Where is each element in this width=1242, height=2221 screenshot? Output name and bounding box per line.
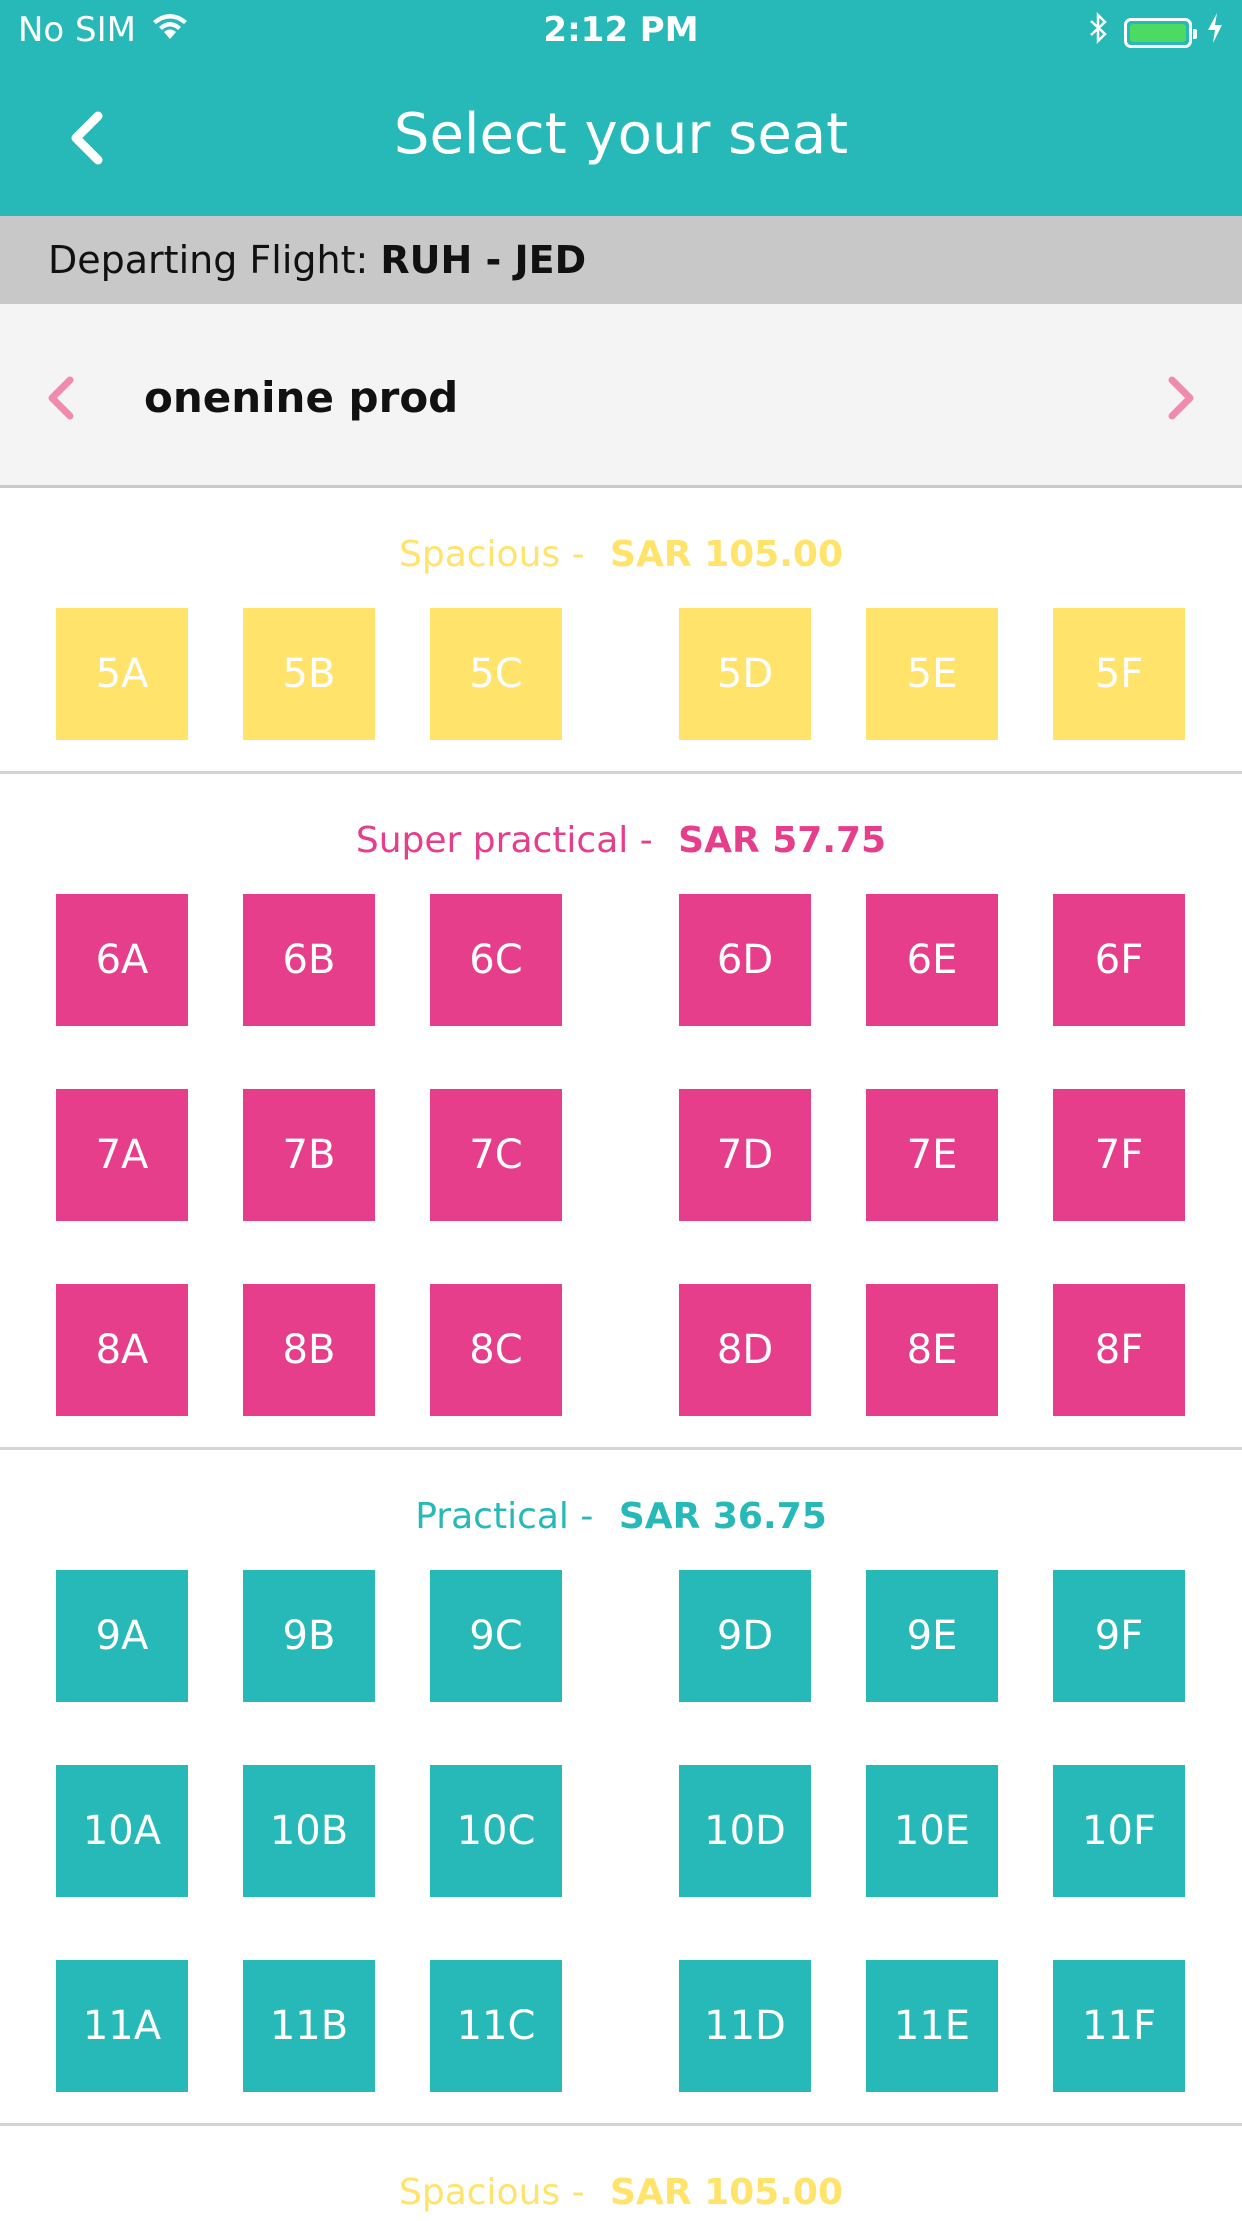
seat-9c[interactable]: 9C bbox=[430, 1570, 562, 1702]
previous-passenger-button[interactable] bbox=[40, 366, 80, 430]
section-title: Practical - SAR 36.75 bbox=[0, 1489, 1242, 1545]
section-title: Spacious - SAR 105.00 bbox=[0, 527, 1242, 583]
seat-10d[interactable]: 10D bbox=[679, 1765, 811, 1897]
section-divider bbox=[0, 771, 1242, 774]
seat-8e[interactable]: 8E bbox=[866, 1284, 998, 1416]
seat-8c[interactable]: 8C bbox=[430, 1284, 562, 1416]
seat-8d[interactable]: 8D bbox=[679, 1284, 811, 1416]
charging-icon bbox=[1206, 12, 1224, 53]
seat-5e[interactable]: 5E bbox=[866, 608, 998, 740]
seat-10a[interactable]: 10A bbox=[56, 1765, 188, 1897]
passenger-name: onenine prod bbox=[144, 373, 459, 422]
section-price: SAR 105.00 bbox=[610, 534, 843, 575]
seat-7c[interactable]: 7C bbox=[430, 1089, 562, 1221]
seat-8f[interactable]: 8F bbox=[1053, 1284, 1185, 1416]
chevron-right-icon bbox=[1168, 376, 1194, 420]
section-divider bbox=[0, 2123, 1242, 2126]
section-title: Spacious - SAR 105.00 bbox=[0, 2165, 1242, 2221]
seat-9d[interactable]: 9D bbox=[679, 1570, 811, 1702]
section-divider bbox=[0, 1447, 1242, 1450]
seat-10f[interactable]: 10F bbox=[1053, 1765, 1185, 1897]
status-time: 2:12 PM bbox=[543, 10, 699, 50]
passenger-selector: onenine prod bbox=[0, 304, 1242, 488]
seat-11a[interactable]: 11A bbox=[56, 1960, 188, 2092]
section-price: SAR 57.75 bbox=[678, 820, 887, 861]
seat-11b[interactable]: 11B bbox=[243, 1960, 375, 2092]
section-name: Super practical - bbox=[355, 820, 665, 861]
seat-5f[interactable]: 5F bbox=[1053, 608, 1185, 740]
seat-7f[interactable]: 7F bbox=[1053, 1089, 1185, 1221]
flight-label: Departing Flight: bbox=[48, 238, 381, 282]
seat-6a[interactable]: 6A bbox=[56, 894, 188, 1026]
seat-11e[interactable]: 11E bbox=[866, 1960, 998, 2092]
seat-10b[interactable]: 10B bbox=[243, 1765, 375, 1897]
bluetooth-icon bbox=[1088, 11, 1110, 53]
seat-10e[interactable]: 10E bbox=[866, 1765, 998, 1897]
flight-route: RUH - JED bbox=[380, 238, 587, 282]
section-price: SAR 105.00 bbox=[610, 2172, 843, 2213]
battery-icon bbox=[1124, 17, 1197, 48]
page-title: Select your seat bbox=[393, 102, 849, 167]
seat-9b[interactable]: 9B bbox=[243, 1570, 375, 1702]
seat-10c[interactable]: 10C bbox=[430, 1765, 562, 1897]
seat-5b[interactable]: 5B bbox=[243, 608, 375, 740]
seat-6e[interactable]: 6E bbox=[866, 894, 998, 1026]
section-price: SAR 36.75 bbox=[618, 1496, 827, 1537]
status-bar: No SIM 2:12 PM bbox=[0, 0, 1242, 62]
app-header: No SIM 2:12 PM Select your seat bbox=[0, 0, 1242, 216]
seat-9f[interactable]: 9F bbox=[1053, 1570, 1185, 1702]
section-title: Super practical - SAR 57.75 bbox=[0, 813, 1242, 869]
seat-5c[interactable]: 5C bbox=[430, 608, 562, 740]
section-name: Practical - bbox=[415, 1496, 605, 1537]
seat-7e[interactable]: 7E bbox=[866, 1089, 998, 1221]
seat-6b[interactable]: 6B bbox=[243, 894, 375, 1026]
seat-5a[interactable]: 5A bbox=[56, 608, 188, 740]
seat-11c[interactable]: 11C bbox=[430, 1960, 562, 2092]
section-name: Spacious - bbox=[398, 2172, 597, 2213]
seat-7b[interactable]: 7B bbox=[243, 1089, 375, 1221]
seat-6d[interactable]: 6D bbox=[679, 894, 811, 1026]
seat-11f[interactable]: 11F bbox=[1053, 1960, 1185, 2092]
seat-6c[interactable]: 6C bbox=[430, 894, 562, 1026]
seat-8b[interactable]: 8B bbox=[243, 1284, 375, 1416]
flight-bar: Departing Flight: RUH - JED bbox=[0, 216, 1242, 304]
seat-11d[interactable]: 11D bbox=[679, 1960, 811, 2092]
status-right bbox=[1088, 11, 1224, 53]
next-passenger-button[interactable] bbox=[1162, 366, 1202, 430]
seat-8a[interactable]: 8A bbox=[56, 1284, 188, 1416]
section-name: Spacious - bbox=[398, 534, 597, 575]
seat-7a[interactable]: 7A bbox=[56, 1089, 188, 1221]
seat-7d[interactable]: 7D bbox=[679, 1089, 811, 1221]
seat-9e[interactable]: 9E bbox=[866, 1570, 998, 1702]
chevron-left-icon bbox=[48, 376, 74, 420]
seat-5d[interactable]: 5D bbox=[679, 608, 811, 740]
seat-9a[interactable]: 9A bbox=[56, 1570, 188, 1702]
seat-6f[interactable]: 6F bbox=[1053, 894, 1185, 1026]
